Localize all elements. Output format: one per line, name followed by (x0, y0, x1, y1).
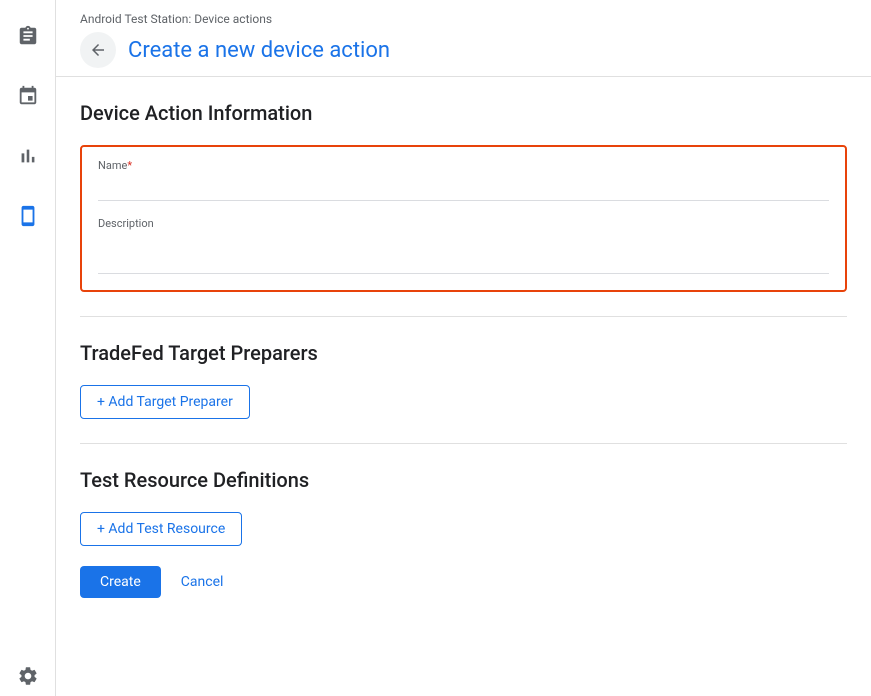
tradefed-title: TradeFed Target Preparers (80, 341, 847, 365)
sidebar-item-tasks[interactable] (8, 16, 48, 56)
name-input[interactable] (98, 176, 829, 201)
main-content: Android Test Station: Device actions Cre… (56, 0, 871, 696)
sidebar-item-calendar[interactable] (8, 76, 48, 116)
device-action-title: Device Action Information (80, 101, 847, 125)
page-title: Create a new device action (128, 38, 390, 63)
cancel-button[interactable]: Cancel (169, 566, 236, 598)
create-button[interactable]: Create (80, 566, 161, 598)
add-test-resource-button[interactable]: + Add Test Resource (80, 512, 242, 546)
description-input[interactable] (98, 234, 829, 274)
sidebar-item-settings[interactable] (8, 656, 48, 696)
form-action-row: Create Cancel (80, 566, 847, 598)
sidebar (0, 0, 56, 696)
description-label: Description (98, 217, 829, 230)
device-action-form-group: Name* Description (80, 145, 847, 292)
back-button[interactable] (80, 32, 116, 68)
name-label: Name* (98, 159, 829, 172)
add-target-preparer-button[interactable]: + Add Target Preparer (80, 385, 250, 419)
test-resource-title: Test Resource Definitions (80, 468, 847, 492)
device-action-section: Device Action Information Name* Descript… (80, 77, 847, 317)
breadcrumb: Android Test Station: Device actions (80, 12, 847, 26)
test-resource-section: Test Resource Definitions + Add Test Res… (80, 444, 847, 622)
sidebar-item-reports[interactable] (8, 136, 48, 176)
tradefed-section: TradeFed Target Preparers + Add Target P… (80, 317, 847, 444)
sidebar-item-devices[interactable] (8, 196, 48, 236)
topbar: Android Test Station: Device actions Cre… (56, 0, 871, 77)
